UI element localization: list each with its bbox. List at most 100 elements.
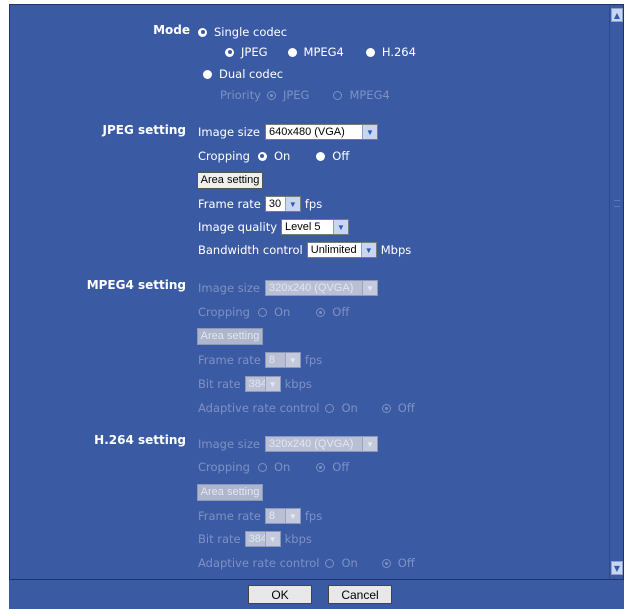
mpeg4-cropping-on-radio[interactable] — [257, 307, 267, 317]
mpeg4-bit-rate-value: 384 — [248, 378, 265, 390]
mpeg4-frame-rate-select[interactable]: 8 ▼ — [264, 352, 301, 368]
h264-bit-rate-row: Bit rate 384 ▼ kbps — [198, 530, 312, 548]
h264-area-setting-button[interactable]: Area setting — [197, 483, 263, 501]
priority-label: Priority — [220, 88, 261, 102]
mpeg4-bit-rate-row: Bit rate 384 ▼ kbps — [198, 375, 312, 393]
jpeg-image-size-select[interactable]: 640x480 (VGA) ▼ — [264, 124, 378, 140]
mode-label: Mode — [153, 23, 190, 37]
mpeg4-adaptive-label: Adaptive rate control — [198, 401, 320, 415]
chevron-down-icon: ▼ — [284, 509, 300, 523]
mpeg4-cropping-off-label: Off — [332, 305, 350, 319]
mpeg4-frame-rate-value: 8 — [268, 354, 275, 366]
chevron-down-icon: ▼ — [333, 220, 349, 234]
single-codec-label: Single codec — [214, 25, 288, 39]
h264-cropping-row: Cropping On Off — [198, 458, 349, 476]
jpeg-fps-unit: fps — [304, 197, 323, 211]
single-codec-option[interactable]: Single codec — [198, 23, 287, 41]
h264-fps-unit: fps — [304, 509, 323, 523]
h264-cropping-off-label: Off — [332, 460, 350, 474]
mpeg4-frame-rate-label: Frame rate — [198, 353, 261, 367]
jpeg-cropping-on-radio[interactable] — [257, 151, 267, 161]
h264-cropping-on-radio[interactable] — [257, 462, 267, 472]
mpeg4-adaptive-off-radio[interactable] — [381, 403, 391, 413]
codec-h264-radio[interactable] — [365, 47, 375, 57]
priority-jpeg-radio[interactable] — [266, 90, 276, 100]
mpeg4-image-size-select[interactable]: 320x240 (QVGA) ▼ — [264, 280, 378, 296]
h264-bit-rate-value: 384 — [248, 533, 265, 545]
mpeg4-image-size-row: Image size 320x240 (QVGA) ▼ — [198, 279, 378, 297]
h264-adaptive-row: Adaptive rate control On Off — [198, 554, 415, 572]
codec-h264-label: H.264 — [381, 45, 416, 59]
jpeg-image-quality-select[interactable]: Level 5 ▼ — [281, 219, 350, 235]
h264-adaptive-label: Adaptive rate control — [198, 556, 320, 570]
jpeg-frame-rate-select[interactable]: 30 ▼ — [264, 196, 301, 212]
chevron-down-icon: ▼ — [361, 437, 377, 451]
mpeg4-bit-rate-label: Bit rate — [198, 377, 241, 391]
mpeg4-cropping-off-radio[interactable] — [316, 307, 326, 317]
chevron-down-icon: ▼ — [284, 353, 300, 367]
jpeg-image-size-value: 640x480 (VGA) — [268, 126, 345, 138]
dual-codec-radio[interactable] — [203, 69, 212, 79]
dual-codec-label: Dual codec — [219, 67, 284, 81]
h264-image-size-value: 320x240 (QVGA) — [268, 438, 354, 450]
h264-kbps-unit: kbps — [284, 532, 312, 546]
h264-frame-rate-row: Frame rate 8 ▼ fps — [198, 507, 322, 525]
codec-mpeg4-radio[interactable] — [287, 47, 297, 57]
ok-button[interactable]: OK — [248, 585, 312, 604]
mpeg4-cropping-on-label: On — [273, 305, 291, 319]
h264-frame-rate-label: Frame rate — [198, 509, 261, 523]
jpeg-bandwidth-select[interactable]: Unlimited ▼ — [306, 242, 377, 258]
chevron-down-icon: ▼ — [264, 532, 280, 546]
h264-image-size-row: Image size 320x240 (QVGA) ▼ — [198, 435, 378, 453]
chevron-down-icon: ▼ — [361, 281, 377, 295]
jpeg-bandwidth-label: Bandwidth control — [198, 243, 303, 257]
h264-cropping-off-radio[interactable] — [316, 462, 326, 472]
jpeg-cropping-off-label: Off — [332, 149, 350, 163]
codec-jpeg-label: JPEG — [241, 45, 268, 59]
scrollbar-grip[interactable] — [614, 200, 620, 207]
mpeg4-image-size-label: Image size — [198, 281, 260, 295]
mpeg4-cropping-row: Cropping On Off — [198, 303, 349, 321]
codec-jpeg-radio[interactable] — [225, 47, 234, 57]
jpeg-setting-label: JPEG setting — [102, 123, 186, 137]
h264-image-size-select[interactable]: 320x240 (QVGA) ▼ — [264, 436, 378, 452]
single-codec-type-group: JPEG MPEG4 H.264 — [225, 43, 416, 61]
codec-mpeg4-label: MPEG4 — [303, 45, 344, 59]
jpeg-cropping-off-radio[interactable] — [316, 151, 326, 161]
mpeg4-fps-unit: fps — [304, 353, 323, 367]
chevron-up-icon[interactable]: ▲ — [611, 8, 623, 22]
jpeg-bandwidth-row: Bandwidth control Unlimited ▼ Mbps — [198, 241, 411, 259]
priority-mpeg4-label: MPEG4 — [349, 88, 390, 102]
jpeg-mbps-unit: Mbps — [380, 243, 412, 257]
cancel-button[interactable]: Cancel — [328, 585, 392, 604]
chevron-down-icon[interactable]: ▼ — [611, 561, 623, 575]
mpeg4-adaptive-off-label: Off — [397, 401, 415, 415]
h264-cropping-on-label: On — [273, 460, 291, 474]
h264-frame-rate-value: 8 — [268, 510, 275, 522]
jpeg-cropping-on-label: On — [273, 149, 291, 163]
mpeg4-adaptive-on-label: On — [341, 401, 358, 415]
mpeg4-area-setting-button[interactable]: Area setting — [197, 327, 263, 345]
jpeg-image-size-row: Image size 640x480 (VGA) ▼ — [198, 123, 378, 141]
mpeg4-adaptive-on-radio[interactable] — [325, 403, 335, 413]
jpeg-cropping-label: Cropping — [198, 149, 250, 163]
single-codec-radio[interactable] — [198, 27, 207, 37]
settings-panel: Mode Single codec JPEG MPEG4 H.264 Dual … — [9, 4, 624, 580]
chevron-down-icon: ▼ — [264, 377, 280, 391]
mpeg4-setting-label: MPEG4 setting — [86, 278, 186, 292]
priority-jpeg-label: JPEG — [282, 88, 310, 102]
jpeg-area-setting-button[interactable]: Area setting — [197, 171, 263, 189]
h264-bit-rate-select[interactable]: 384 ▼ — [244, 531, 281, 547]
mpeg4-bit-rate-select[interactable]: 384 ▼ — [244, 376, 281, 392]
h264-frame-rate-select[interactable]: 8 ▼ — [264, 508, 301, 524]
h264-cropping-label: Cropping — [198, 460, 250, 474]
h264-adaptive-on-radio[interactable] — [325, 558, 335, 568]
jpeg-frame-rate-label: Frame rate — [198, 197, 261, 211]
h264-adaptive-off-label: Off — [397, 556, 415, 570]
settings-content: Mode Single codec JPEG MPEG4 H.264 Dual … — [10, 5, 608, 579]
dual-codec-option[interactable]: Dual codec — [203, 65, 283, 83]
jpeg-frame-rate-row: Frame rate 30 ▼ fps — [198, 195, 322, 213]
h264-adaptive-off-radio[interactable] — [381, 558, 391, 568]
vertical-scrollbar[interactable]: ▲ ▼ — [609, 5, 623, 579]
priority-mpeg4-radio[interactable] — [333, 90, 343, 100]
